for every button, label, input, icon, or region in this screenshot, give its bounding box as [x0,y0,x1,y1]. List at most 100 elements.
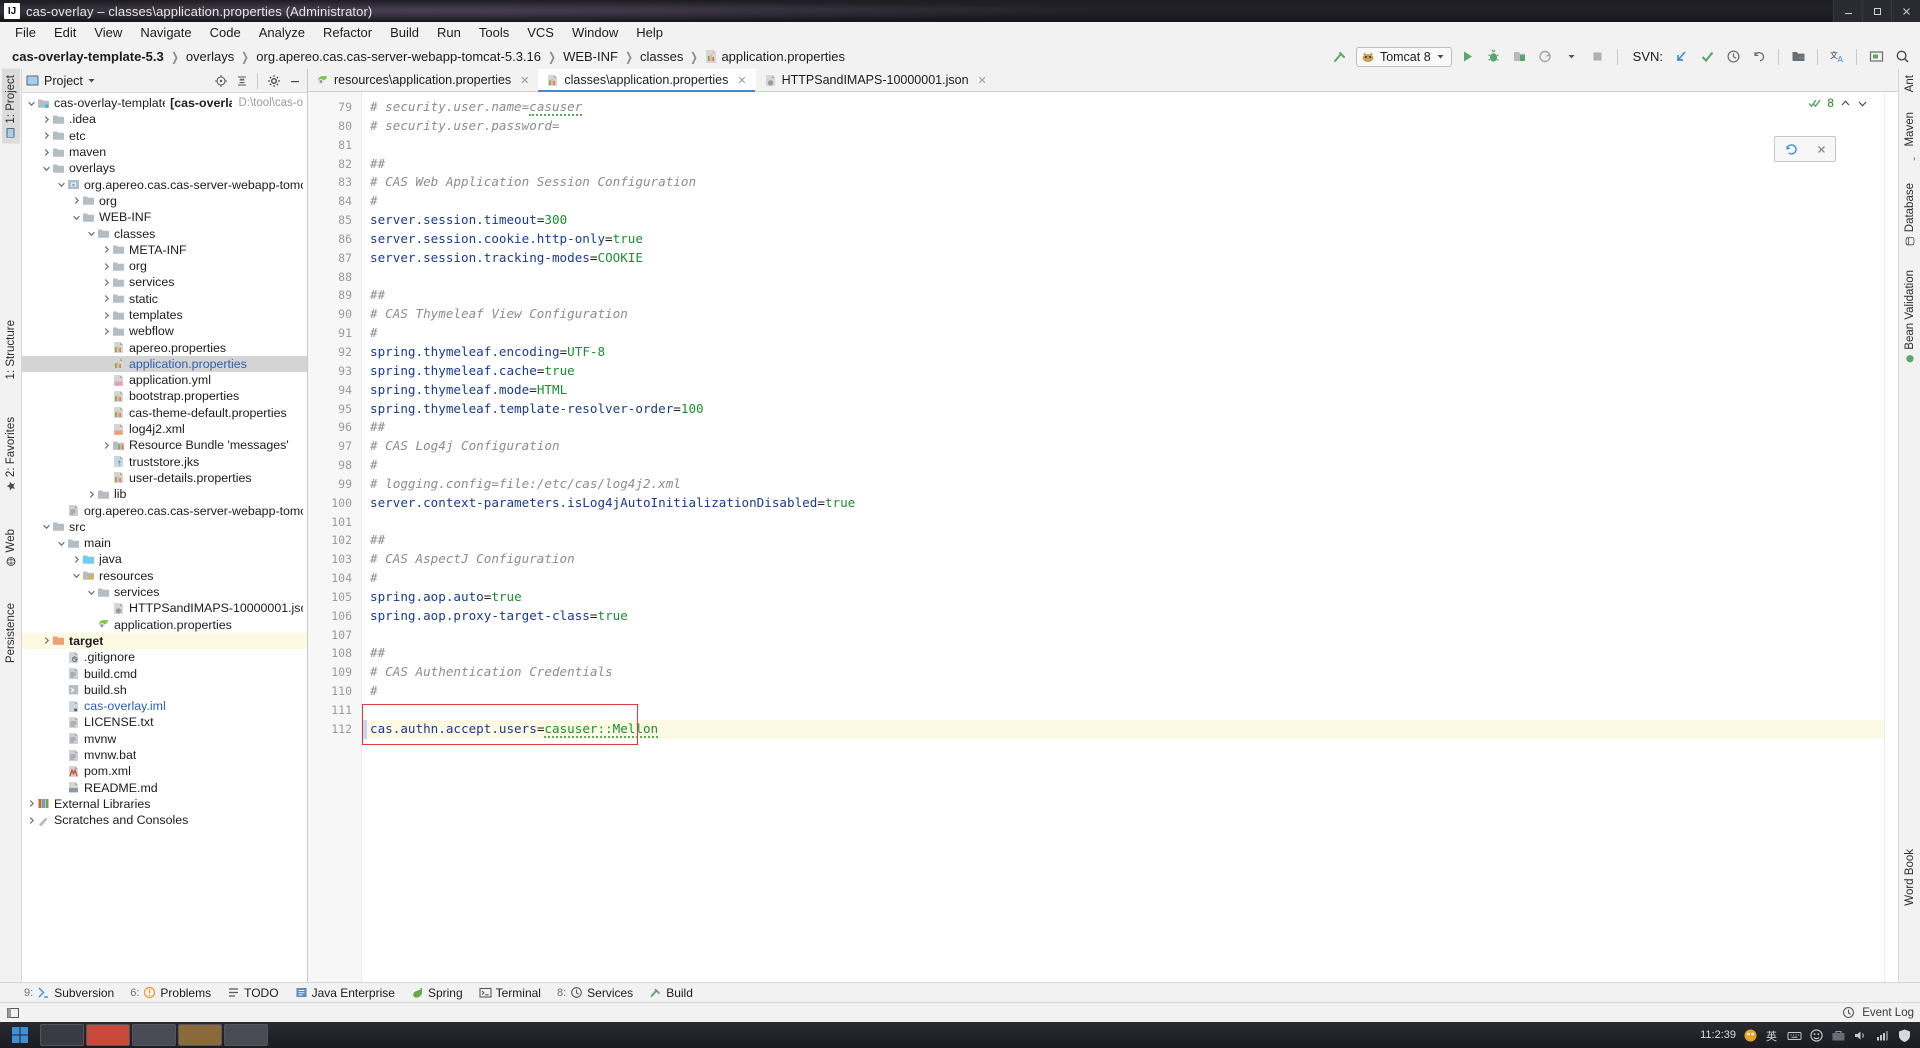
menu-file[interactable]: File [6,23,45,43]
menu-view[interactable]: View [85,23,131,43]
code-line[interactable]: # CAS AspectJ Configuration [362,550,1884,569]
menu-build[interactable]: Build [381,23,428,43]
tree-row[interactable]: .gitignore [22,649,307,665]
code-line[interactable]: cas.authn.accept.users=casuser::Mellon [362,719,1884,739]
tree-row[interactable]: classes [22,225,307,241]
tool-window-todo[interactable]: TODO [227,986,279,1000]
chevron-down-icon[interactable] [87,76,96,85]
run-icon[interactable] [1458,47,1478,67]
tree-row[interactable]: mvnw.bat [22,747,307,763]
code-line[interactable]: ## [362,418,1884,437]
tree-row[interactable]: cas-overlay.iml [22,698,307,714]
code-line[interactable] [362,513,1884,532]
code-line[interactable] [362,701,1884,720]
tree-row[interactable]: LICENSE.txt [22,714,307,730]
tree-row[interactable]: java [22,551,307,567]
editor-tab[interactable]: resources\application.properties ✕ [308,69,538,91]
history-clock-icon[interactable] [1723,47,1743,67]
code-line[interactable]: # [362,569,1884,588]
tree-row[interactable]: templates [22,307,307,323]
chevron-right-icon[interactable] [101,327,112,336]
close-icon[interactable]: ✕ [978,74,987,87]
tree-row[interactable]: webflow [22,323,307,339]
inspection-status[interactable]: 8 [1808,96,1868,110]
code-line[interactable]: server.session.timeout=300 [362,211,1884,230]
code-line[interactable]: ## [362,286,1884,305]
gear-icon[interactable] [265,72,282,89]
tree-row[interactable]: org.apereo.cas.cas-server-webapp-tomcat-… [22,502,307,518]
close-icon[interactable]: ✕ [520,74,529,87]
settings-folder-icon[interactable] [1788,47,1808,67]
chinese-ime-icon[interactable]: 英 [1764,1027,1780,1043]
breadcrumb-item-file[interactable]: application.properties [703,49,847,64]
tree-row[interactable]: overlays [22,160,307,176]
menu-edit[interactable]: Edit [45,23,85,43]
tree-row[interactable]: .idea [22,111,307,127]
stop-icon[interactable] [1588,47,1608,67]
chevron-up-icon[interactable] [1840,98,1851,109]
debug-icon[interactable] [1484,47,1504,67]
tree-row[interactable]: build.cmd [22,665,307,681]
menu-vcs[interactable]: VCS [518,23,563,43]
tree-row[interactable]: apereo.properties [22,339,307,355]
menu-window[interactable]: Window [563,23,627,43]
menu-tools[interactable]: Tools [470,23,518,43]
tree-row[interactable]: static [22,291,307,307]
tool-window-terminal[interactable]: Terminal [479,986,541,1000]
chevron-down-icon[interactable] [71,213,82,222]
code-line[interactable]: spring.aop.auto=true [362,588,1884,607]
tree-row[interactable]: user-details.properties [22,470,307,486]
editor-gutter[interactable]: 79 80 81 82 83 84 85 86 87 88 89 90 91 92 93 94 95 96 97 98… [308,92,362,982]
search-icon[interactable] [1892,47,1912,67]
deploy-icon[interactable] [1510,47,1530,67]
tree-row[interactable]: bootstrap.properties [22,388,307,404]
code-line[interactable]: ## [362,644,1884,663]
menu-run[interactable]: Run [428,23,470,43]
tree-row[interactable]: target [22,632,307,650]
code-line[interactable]: server.context-parameters.isLog4jAutoIni… [362,494,1884,513]
tool-window-spring[interactable]: Spring [411,986,463,1000]
tree-row[interactable]: log4j2.xml [22,421,307,437]
tree-row[interactable]: etc [22,128,307,144]
chevron-right-icon[interactable] [26,799,37,808]
tree-row[interactable]: application.properties [22,355,307,373]
breadcrumb-item-webinf[interactable]: WEB-INF [561,49,620,64]
chevron-down-icon[interactable] [41,164,52,173]
translate-icon[interactable]: 文A [1827,47,1847,67]
tree-row[interactable]: cas-overlay-template-5.3 [cas-overlay] D:\… [22,95,307,111]
sidebar-item-maven[interactable]: m Maven [1901,106,1919,167]
present-icon[interactable] [1866,47,1886,67]
tree-row[interactable]: org.apereo.cas.cas-server-webapp-tomcat-… [22,176,307,192]
chevron-right-icon[interactable] [41,148,52,157]
hide-icon[interactable] [286,72,303,89]
chevron-right-icon[interactable] [41,131,52,140]
maximize-button[interactable] [1862,0,1891,22]
tree-row[interactable]: src [22,519,307,535]
chevron-down-icon[interactable] [56,539,67,548]
code-line[interactable] [362,136,1884,155]
tool-window-services[interactable]: 8: Services [557,986,633,1000]
tool-window-build[interactable]: Build [649,986,693,1000]
sidebar-item-persistence[interactable]: Persistence [2,597,20,669]
tree-row[interactable]: README.md [22,779,307,795]
chevron-right-icon[interactable] [71,555,82,564]
menu-help[interactable]: Help [627,23,672,43]
code-line[interactable]: # security.user.password= [362,117,1884,136]
code-line[interactable]: # security.user.name=casuser [362,98,1884,117]
tree-row[interactable]: mvnw [22,731,307,747]
tree-row[interactable]: truststore.jks [22,454,307,470]
tree-row[interactable]: application.properties [22,617,307,633]
tree-row[interactable]: main [22,535,307,551]
keyboard-icon[interactable] [1786,1027,1802,1043]
tool-window-subversion[interactable]: 9: Subversion [24,986,114,1000]
code-line[interactable]: server.session.cookie.http-only=true [362,230,1884,249]
run-configuration-selector[interactable]: Tomcat 8 [1355,46,1452,67]
sidebar-item-bean-validation[interactable]: Bean Validation [1901,264,1919,370]
sidebar-item-word-book[interactable]: Word Book [1901,843,1919,912]
hammer-icon[interactable] [1330,47,1350,67]
project-tree[interactable]: cas-overlay-template-5.3 [cas-overlay] D:\… [22,93,307,982]
tree-row[interactable]: Scratches and Consoles [22,812,307,828]
taskbar-item[interactable] [178,1024,222,1046]
taskbar-item[interactable] [86,1024,130,1046]
code-line[interactable]: # logging.config=file:/etc/cas/log4j2.xm… [362,475,1884,494]
